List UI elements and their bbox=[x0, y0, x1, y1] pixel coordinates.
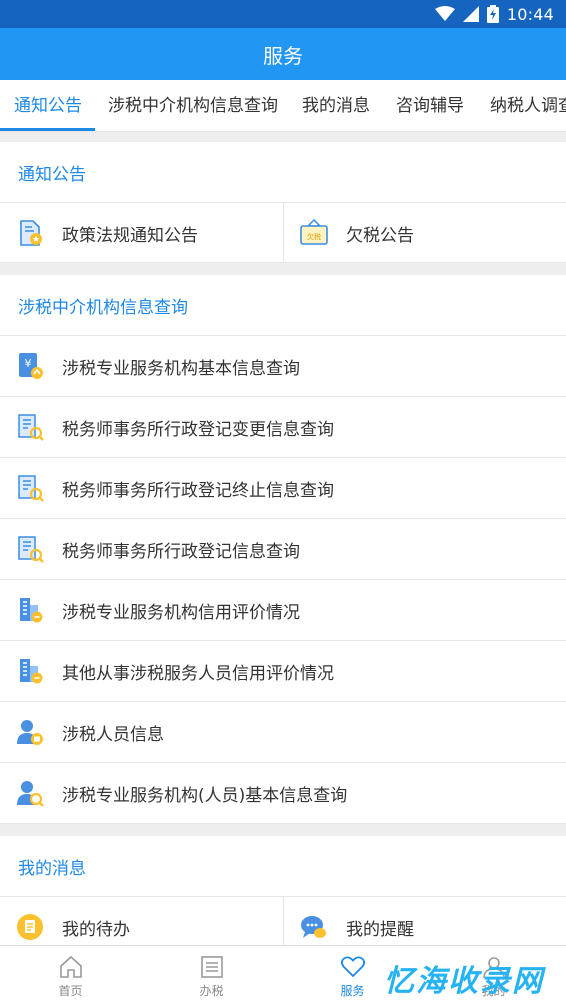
notice-item-label: 政策法规通知公告 bbox=[62, 225, 198, 246]
agency-item-basic-info[interactable]: ¥ 涉税专业服务机构基本信息查询 bbox=[0, 336, 566, 397]
nav-label: 办税 bbox=[199, 984, 224, 998]
list-item-label: 涉税专业服务机构信用评价情况 bbox=[62, 602, 300, 623]
tab-consulting[interactable]: 咨询辅导 bbox=[396, 80, 464, 131]
tab-notice[interactable]: 通知公告 bbox=[14, 80, 82, 131]
status-bar: 10:44 bbox=[0, 0, 566, 28]
section-title-agency: 涉税中介机构信息查询 bbox=[0, 275, 566, 336]
svg-text:欠税: 欠税 bbox=[307, 232, 321, 241]
office-search-icon bbox=[18, 536, 44, 563]
signal-icon bbox=[462, 6, 479, 22]
nav-home[interactable]: 首页 bbox=[0, 946, 141, 1006]
nav-tax[interactable]: 办税 bbox=[141, 946, 282, 1006]
notice-grid: 政策法规通知公告 欠税 欠税公告 bbox=[0, 203, 566, 263]
notice-item-arrears[interactable]: 欠税 欠税公告 bbox=[283, 203, 566, 263]
list-item-label: 涉税专业服务机构基本信息查询 bbox=[62, 358, 300, 379]
list-item-label: 其他从事涉税服务人员信用评价情况 bbox=[62, 663, 334, 684]
app-bar: 服务 bbox=[0, 28, 566, 80]
nav-label: 首页 bbox=[58, 984, 83, 998]
watermark-logo: 忆海收录网 bbox=[384, 964, 544, 999]
home-icon bbox=[59, 955, 82, 978]
reminder-icon bbox=[301, 916, 326, 938]
list-item-label: 涉税人员信息 bbox=[62, 724, 164, 745]
tab-my-messages[interactable]: 我的消息 bbox=[302, 80, 370, 131]
page-title: 服务 bbox=[263, 43, 303, 68]
yuan-doc-icon: ¥ bbox=[19, 353, 43, 379]
battery-icon bbox=[486, 5, 499, 23]
section-gap bbox=[0, 824, 566, 836]
heart-icon bbox=[340, 956, 365, 978]
svg-text:¥: ¥ bbox=[25, 357, 32, 370]
todo-icon bbox=[17, 914, 43, 940]
nav-label: 服务 bbox=[340, 984, 365, 998]
service-content: 通知公告 政策法规通知公告 欠税 欠税公告 涉税中介机构信息查询 ¥ 涉税专业服… bbox=[0, 142, 566, 957]
list-icon bbox=[200, 956, 223, 978]
office-search-icon bbox=[18, 414, 44, 441]
agency-item-termination-registration[interactable]: 税务师事务所行政登记终止信息查询 bbox=[0, 458, 566, 519]
agency-item-registration[interactable]: 税务师事务所行政登记信息查询 bbox=[0, 519, 566, 580]
section-gap bbox=[0, 263, 566, 275]
bottom-navigation: 首页 办税 服务 我的 忆海收录网 bbox=[0, 945, 566, 1006]
tab-bar: 通知公告 涉税中介机构信息查询 我的消息 咨询辅导 纳税人调查 bbox=[0, 80, 566, 132]
office-search-icon bbox=[18, 475, 44, 502]
tax-arrears-icon: 欠税 bbox=[300, 219, 328, 245]
tab-agency-query[interactable]: 涉税中介机构信息查询 bbox=[108, 80, 278, 131]
building-rating-icon bbox=[20, 598, 43, 623]
notice-item-policy[interactable]: 政策法规通知公告 bbox=[0, 203, 283, 263]
agency-item-change-registration[interactable]: 税务师事务所行政登记变更信息查询 bbox=[0, 397, 566, 458]
agency-item-credit-rating[interactable]: 涉税专业服务机构信用评价情况 bbox=[0, 580, 566, 641]
agency-item-personnel-info[interactable]: 涉税人员信息 bbox=[0, 702, 566, 763]
status-time: 10:44 bbox=[506, 4, 554, 24]
list-item-label: 税务师事务所行政登记终止信息查询 bbox=[62, 480, 334, 501]
messages-item-label: 我的提醒 bbox=[346, 919, 414, 940]
wifi-icon bbox=[434, 6, 455, 21]
policy-doc-icon bbox=[20, 220, 42, 246]
section-title-notice: 通知公告 bbox=[0, 142, 566, 203]
person-search-icon bbox=[17, 781, 44, 807]
building-rating-icon bbox=[20, 659, 43, 684]
messages-item-label: 我的待办 bbox=[62, 919, 130, 940]
tab-taxpayer-survey[interactable]: 纳税人调查 bbox=[490, 80, 566, 131]
list-item-label: 税务师事务所行政登记变更信息查询 bbox=[62, 419, 334, 440]
agency-item-other-credit-rating[interactable]: 其他从事涉税服务人员信用评价情况 bbox=[0, 641, 566, 702]
list-item-label: 涉税专业服务机构(人员)基本信息查询 bbox=[62, 785, 348, 806]
tab-indicator bbox=[0, 128, 95, 131]
notice-item-label: 欠税公告 bbox=[346, 225, 414, 246]
agency-item-personnel-basic-query[interactable]: 涉税专业服务机构(人员)基本信息查询 bbox=[0, 763, 566, 824]
section-title-messages: 我的消息 bbox=[0, 836, 566, 897]
list-item-label: 税务师事务所行政登记信息查询 bbox=[62, 541, 300, 562]
person-badge-icon bbox=[17, 720, 43, 745]
